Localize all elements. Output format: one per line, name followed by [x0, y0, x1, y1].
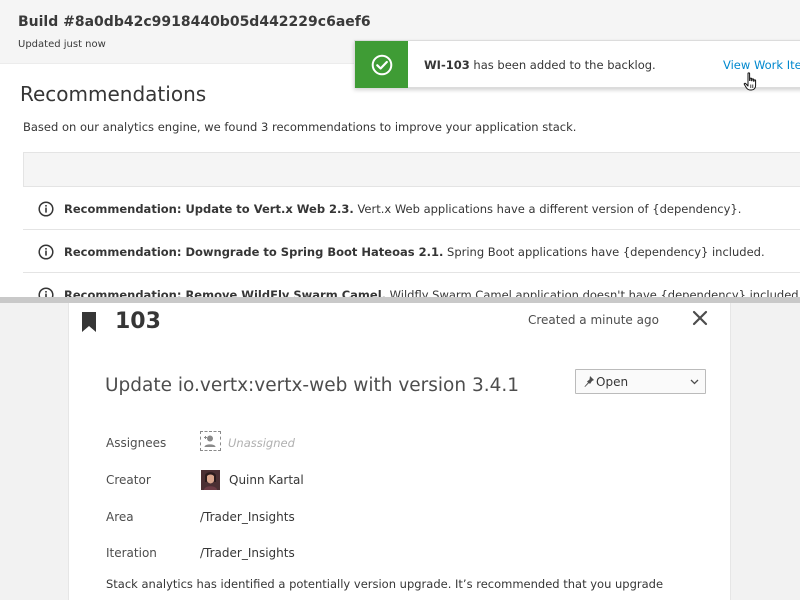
toast-work-item-id: WI-103 [424, 58, 470, 72]
build-title: Build #8a0db42c9918440b05d442229c6aef6 [18, 14, 371, 30]
toast-status-box [355, 41, 408, 88]
avatar-image [201, 470, 220, 490]
recommendation-detail: Wildfly Swarm Camel application doesn't … [386, 288, 800, 297]
recommendation-text: Recommendation: Downgrade to Spring Boot… [64, 245, 765, 259]
check-circle-icon [371, 54, 393, 76]
recommendation-row[interactable]: Recommendation: Update to Vert.x Web 2.3… [23, 187, 800, 230]
toast-message-text: has been added to the backlog. [469, 58, 656, 72]
bookmark-icon [82, 312, 96, 332]
recommendation-row[interactable]: Recommendation: Downgrade to Spring Boot… [23, 230, 800, 273]
build-recommendations-panel: Build #8a0db42c9918440b05d442229c6aef6 U… [0, 0, 800, 297]
toast-notification: WI-103 has been added to the backlog. Vi… [354, 40, 800, 88]
hand-cursor-icon [743, 72, 757, 91]
creator-label: Creator [106, 473, 151, 487]
build-updated-status: Updated just now [18, 39, 106, 50]
work-item-id: 103 [115, 309, 161, 334]
iteration-value[interactable]: /Trader_Insights [200, 546, 295, 560]
recommendations-subtitle: Based on our analytics engine, we found … [23, 120, 577, 134]
creator-value: Quinn Kartal [229, 473, 304, 487]
recommendation-title: Recommendation: Update to Vert.x Web 2.3… [64, 202, 354, 216]
view-work-item-link[interactable]: View Work Ite [723, 58, 800, 72]
iteration-label: Iteration [106, 546, 157, 560]
state-dropdown-value: Open [596, 375, 629, 389]
avatar [201, 470, 220, 490]
info-circle-icon [38, 287, 54, 297]
recommendation-text: Recommendation: Update to Vert.x Web 2.3… [64, 202, 741, 216]
work-item-panel: 103 Created a minute ago Update io.vertx… [0, 303, 800, 600]
recommendation-text: Recommendation: Remove WildFly Swarm Cam… [64, 288, 800, 297]
recommendation-title: Recommendation: Remove WildFly Swarm Cam… [64, 288, 386, 297]
assignees-label: Assignees [106, 436, 167, 450]
close-icon[interactable] [691, 309, 709, 327]
state-dropdown[interactable]: Open [575, 369, 706, 394]
work-item-description[interactable]: Stack analytics has identified a potenti… [106, 577, 663, 591]
recommendations-table-header [23, 152, 800, 187]
work-item-detail-card: 103 Created a minute ago Update io.vertx… [68, 303, 731, 600]
chevron-down-icon [690, 379, 699, 385]
add-user-glyph [204, 435, 216, 447]
pin-icon [584, 376, 594, 387]
info-circle-icon [38, 201, 54, 217]
area-value[interactable]: /Trader_Insights [200, 510, 295, 524]
recommendations-table: Recommendation: Update to Vert.x Web 2.3… [23, 152, 800, 297]
info-circle-icon [38, 244, 54, 260]
area-label: Area [106, 510, 134, 524]
add-user-icon[interactable] [200, 431, 221, 451]
recommendation-detail: Spring Boot applications have {dependenc… [443, 245, 765, 259]
work-item-title[interactable]: Update io.vertx:vertx-web with version 3… [105, 375, 519, 396]
toast-message: WI-103 has been added to the backlog. [424, 58, 656, 72]
recommendation-detail: Vert.x Web applications have a different… [353, 202, 742, 216]
assignees-value[interactable]: Unassigned [228, 436, 295, 450]
recommendation-title: Recommendation: Downgrade to Spring Boot… [64, 245, 444, 259]
recommendations-heading: Recommendations [20, 82, 207, 106]
recommendation-row[interactable]: Recommendation: Remove WildFly Swarm Cam… [23, 273, 800, 297]
work-item-created: Created a minute ago [528, 313, 659, 327]
